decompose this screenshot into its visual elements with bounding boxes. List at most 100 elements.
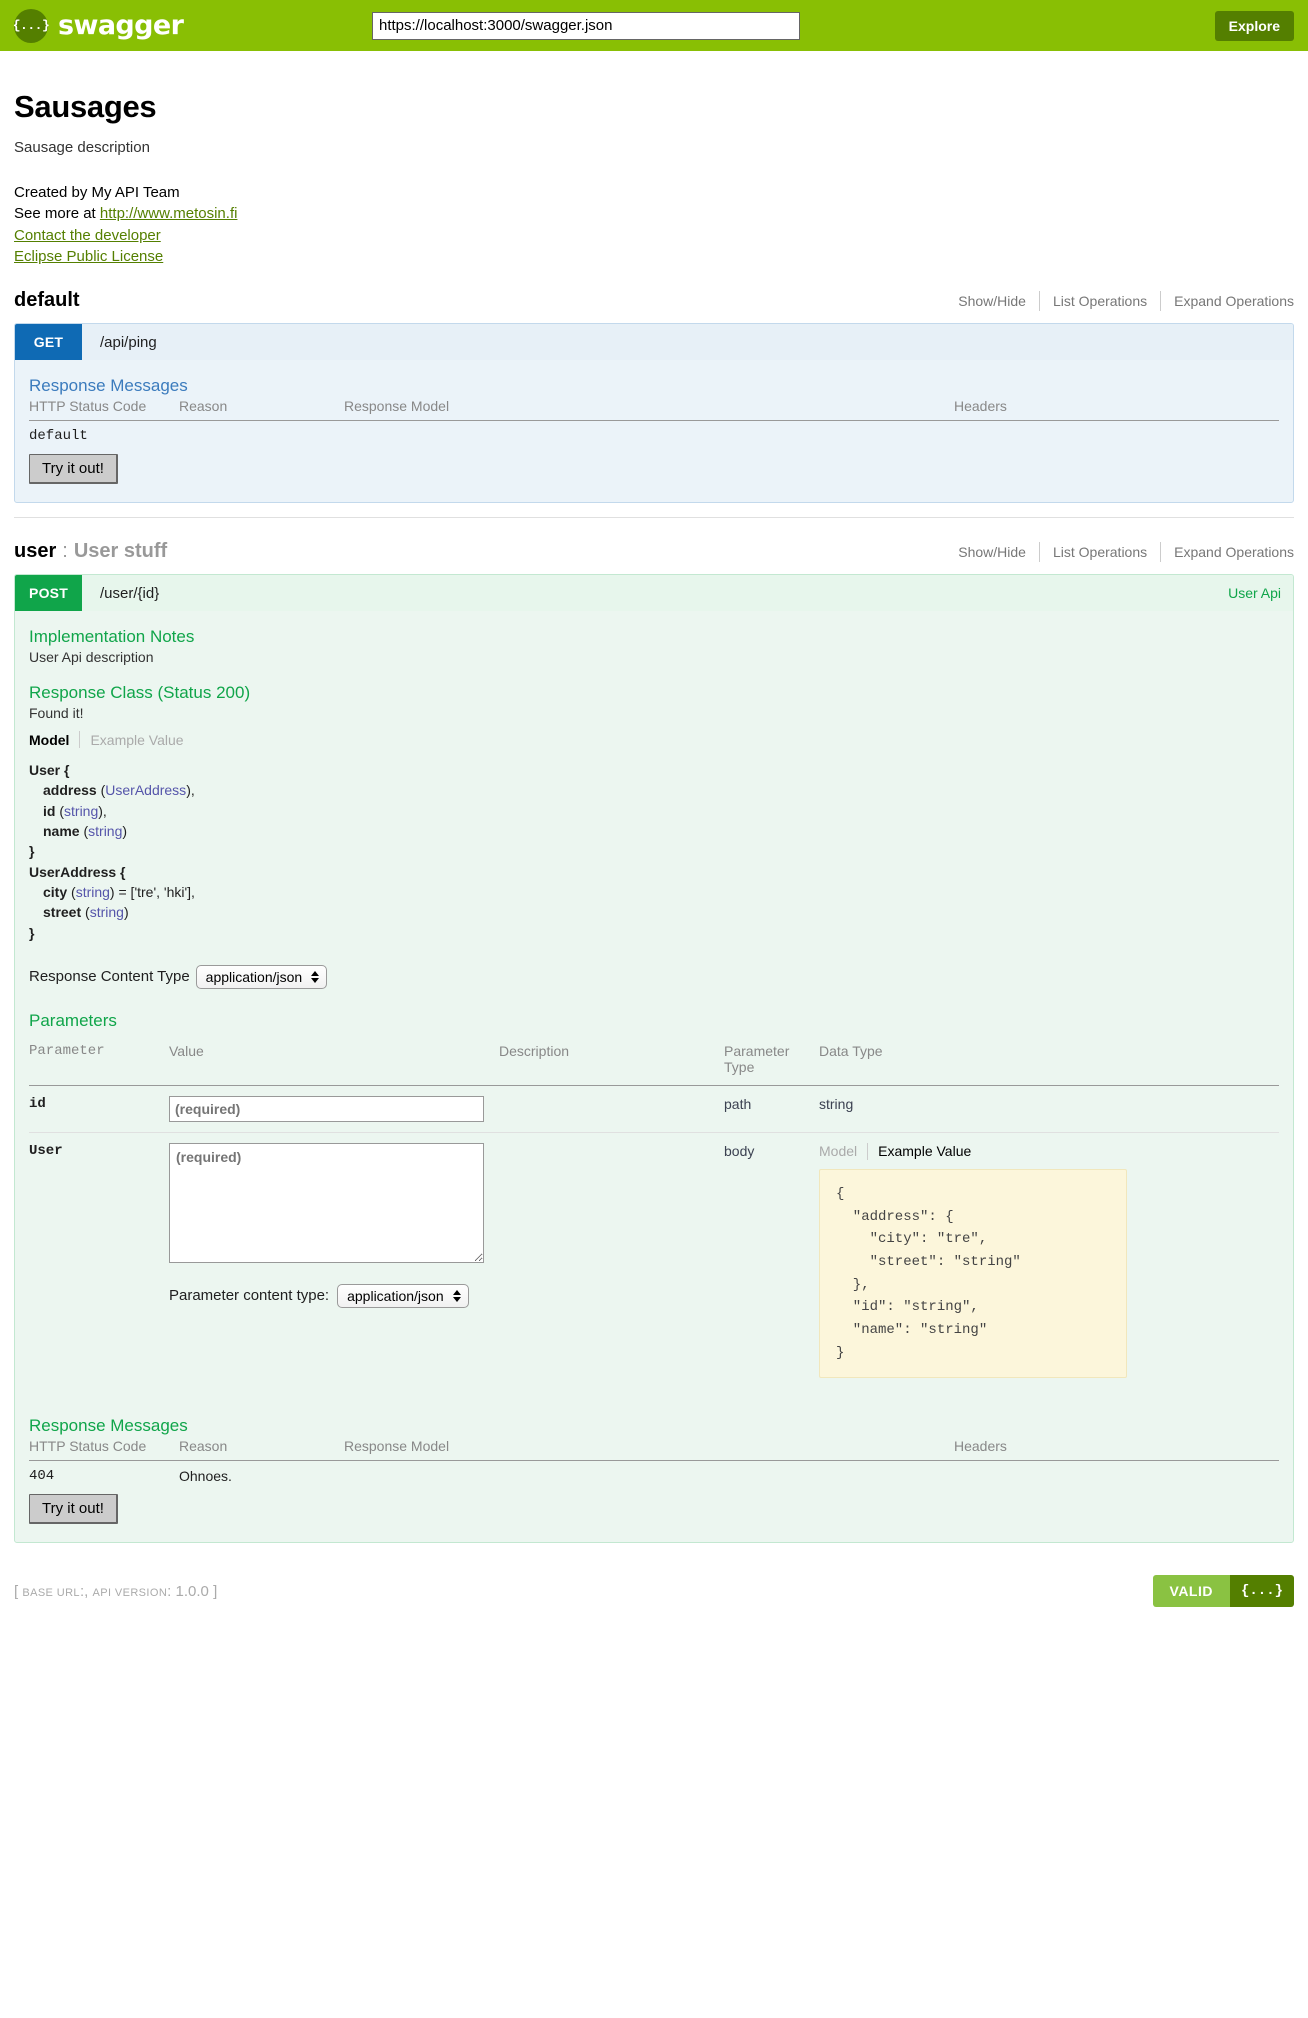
param-description-user xyxy=(499,1132,724,1388)
list-operations-link-user[interactable]: List Operations xyxy=(1040,544,1160,560)
resource-name-user[interactable]: user xyxy=(14,540,56,563)
response-content-type-select[interactable]: application/json xyxy=(195,964,328,989)
col-parameter: Parameter xyxy=(29,1036,169,1086)
param-content-type-label: Parameter content type: xyxy=(169,1287,330,1305)
chevron-updown-icon xyxy=(452,1289,461,1302)
resource-op-links-user: Show/Hide List Operations Expand Operati… xyxy=(945,542,1294,563)
signature-line: } xyxy=(29,923,1279,943)
signature-line: address (UserAddress), xyxy=(43,782,195,799)
signature-type: string xyxy=(88,823,123,840)
operation-content: Response Messages HTTP Status Code Reaso… xyxy=(15,360,1293,502)
operation-summary: User Api xyxy=(1228,585,1281,602)
param-input-id[interactable] xyxy=(169,1095,484,1122)
response-messages-title: Response Messages xyxy=(29,1416,188,1436)
api-info: Sausages Sausage description Created by … xyxy=(14,51,1294,267)
parameters-title: Parameters xyxy=(29,1010,117,1030)
tab-model[interactable]: Model xyxy=(819,1143,867,1159)
swagger-logo[interactable]: {...} swagger xyxy=(13,8,184,43)
license-link[interactable]: Eclipse Public License xyxy=(14,248,163,265)
resource-name-link-default[interactable]: default xyxy=(14,289,80,311)
param-content-type-select[interactable]: application/json xyxy=(337,1283,469,1308)
operation-heading[interactable]: POST /user/{id} User Api xyxy=(15,575,1293,612)
signature-type: string xyxy=(89,904,124,921)
expand-operations-link-default[interactable]: Expand Operations xyxy=(1161,293,1294,309)
param-datatype-id: string xyxy=(819,1085,1279,1133)
resource-header-default: default Show/Hide List Operations Expand… xyxy=(14,267,1294,323)
list-operations-link-default[interactable]: List Operations xyxy=(1040,293,1160,309)
example-value-json: { "address": { "city": "tre", "street": … xyxy=(819,1168,1127,1379)
response-messages-title: Response Messages xyxy=(29,376,188,396)
cell-model xyxy=(344,1461,954,1487)
implementation-notes-title: Implementation Notes xyxy=(29,627,195,647)
operation-heading[interactable]: GET /api/ping xyxy=(15,324,1293,361)
spec-url-input[interactable] xyxy=(372,11,800,40)
signature-token: } xyxy=(29,924,35,941)
tab-model[interactable]: Model xyxy=(29,732,79,748)
cell-headers xyxy=(954,421,1279,447)
signature-line: street (string) xyxy=(43,904,129,921)
explore-button[interactable]: Explore xyxy=(1214,11,1294,41)
operation-path[interactable]: /user/{id} xyxy=(82,585,159,602)
param-textarea-user[interactable] xyxy=(169,1142,484,1263)
response-content-type-label: Response Content Type xyxy=(29,968,190,986)
table-row: 404 Ohnoes. xyxy=(29,1461,1279,1487)
try-it-out-button[interactable]: Try it out! xyxy=(29,454,118,485)
spec-url-form xyxy=(372,11,1196,40)
api-created-by: Created by My API Team xyxy=(14,184,180,201)
swagger-brace-icon: {...} xyxy=(1229,1575,1294,1608)
col-data-type: Data Type xyxy=(819,1036,1279,1086)
col-reason: Reason xyxy=(179,398,344,422)
param-content-type-row: Parameter content type: application/json xyxy=(169,1283,491,1308)
col-response-model: Response Model xyxy=(344,398,954,422)
validator-status-label: VALID xyxy=(1152,1575,1230,1608)
resource-name-default[interactable]: default xyxy=(14,289,80,312)
api-version-value: 1.0.0 xyxy=(175,1582,209,1600)
signature-line: UserAddress { xyxy=(29,862,1279,882)
contact-developer-link[interactable]: Contact the developer xyxy=(14,227,161,244)
see-more-link[interactable]: http://www.metosin.fi xyxy=(100,205,238,222)
show-hide-link-user[interactable]: Show/Hide xyxy=(945,544,1039,560)
table-header-row: HTTP Status Code Reason Response Model H… xyxy=(29,398,1279,422)
operation-path-link[interactable]: /user/{id} xyxy=(100,585,159,602)
show-hide-link-default[interactable]: Show/Hide xyxy=(945,293,1039,309)
operation-content: Implementation Notes User Api descriptio… xyxy=(15,611,1293,1542)
signature-suffix: = ['tre', 'hki'], xyxy=(114,883,195,900)
col-description: Description xyxy=(499,1036,724,1086)
signature-type: UserAddress xyxy=(105,782,187,799)
expand-operations-link-user[interactable]: Expand Operations xyxy=(1161,544,1294,560)
api-see-more: See more at http://www.metosin.fi xyxy=(14,203,1294,224)
http-method-badge: GET xyxy=(15,324,82,361)
api-description: Sausage description xyxy=(14,139,150,156)
cell-status: default xyxy=(29,428,88,445)
resource-op-links-default: Show/Hide List Operations Expand Operati… xyxy=(945,291,1294,312)
cell-reason xyxy=(179,421,344,447)
footer-info: [ BASE URL:, API VERSION: 1.0.0 ] xyxy=(14,1582,218,1600)
signature-token: name xyxy=(43,823,80,840)
cell-reason: Ohnoes. xyxy=(179,1468,232,1485)
table-row: id path string xyxy=(29,1085,1279,1133)
response-class-title: Response Class (Status 200) xyxy=(29,683,251,703)
body-model-tabs: Model Example Value xyxy=(819,1142,1271,1160)
tab-example-value[interactable]: Example Value xyxy=(868,1143,971,1159)
col-parameter-type: Parameter Type xyxy=(724,1036,819,1086)
validator-badge[interactable]: VALID {...} xyxy=(1152,1575,1294,1608)
col-headers: Headers xyxy=(954,398,1279,422)
signature-token: id xyxy=(43,802,56,819)
cell-status: 404 xyxy=(29,1468,55,1485)
implementation-notes-body: User Api description xyxy=(29,649,154,666)
param-body-example-cell: Model Example Value { "address": { "city… xyxy=(819,1132,1279,1388)
page-body: Sausages Sausage description Created by … xyxy=(0,51,1308,1544)
cell-model xyxy=(344,421,954,447)
footer: [ BASE URL:, API VERSION: 1.0.0 ] VALID … xyxy=(0,1551,1308,1625)
operation-path[interactable]: /api/ping xyxy=(82,334,157,351)
signature-token: address xyxy=(43,782,97,799)
signature-line: } xyxy=(29,841,1279,861)
signature-token: city xyxy=(43,883,68,900)
tab-example-value[interactable]: Example Value xyxy=(80,732,183,748)
resource-name-link-user[interactable]: user xyxy=(14,540,56,562)
signature-type: string xyxy=(75,883,110,900)
signature-line: name (string) xyxy=(43,823,128,840)
try-it-out-button[interactable]: Try it out! xyxy=(29,1494,118,1525)
signature-token: User { xyxy=(29,762,70,779)
operation-path-link[interactable]: /api/ping xyxy=(100,334,157,351)
